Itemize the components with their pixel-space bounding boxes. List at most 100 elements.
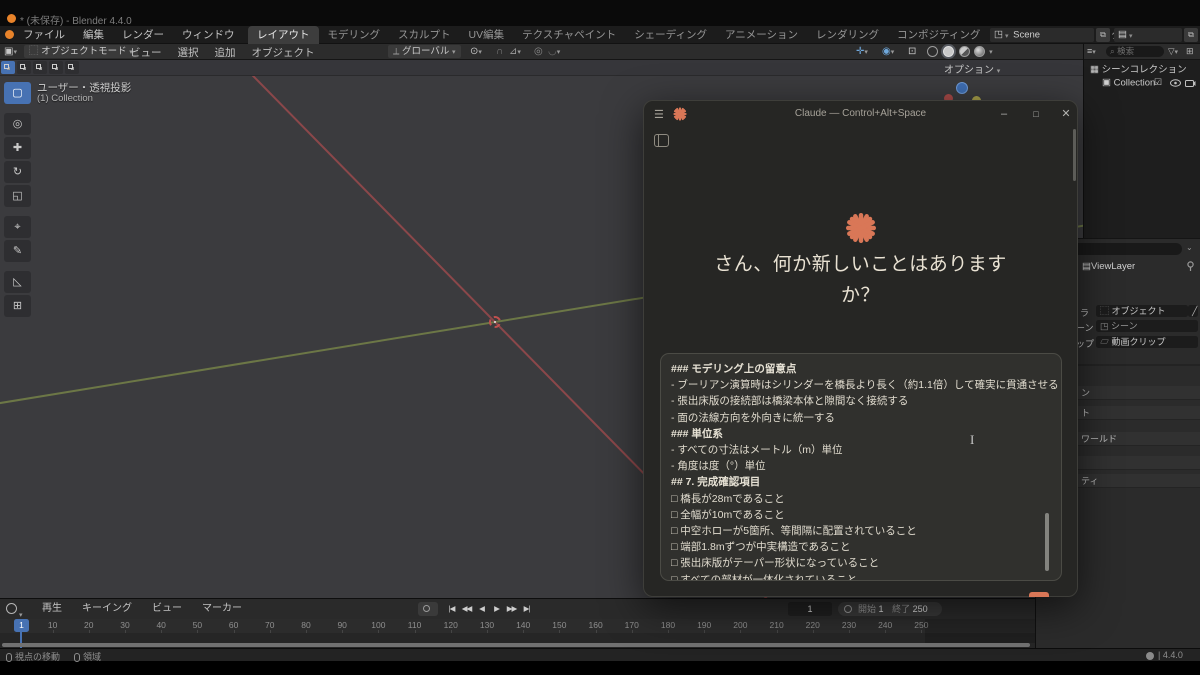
viewlayer-selector[interactable]: ▤▾ ViewLayer (1114, 28, 1182, 42)
proportional-falloff-dropdown[interactable]: ◡▾ (548, 44, 560, 61)
workspace-tab[interactable]: レンダリング (807, 26, 888, 44)
select-mode-intersect-button[interactable]: intersect (65, 61, 79, 74)
properties-filter-dropdown[interactable]: ⌄ (1186, 243, 1193, 252)
playhead[interactable]: 1 (14, 619, 29, 632)
shading-rendered-icon[interactable] (974, 46, 985, 57)
workspace-tab[interactable]: スカルプト (389, 26, 460, 44)
tool-select-box-button[interactable]: ▢ (4, 82, 31, 104)
shading-wireframe-icon[interactable] (927, 46, 938, 57)
gizmo-z-axis[interactable] (956, 82, 968, 94)
timeline-menu-item[interactable]: マーカー (194, 599, 250, 619)
select-mode-extend-button[interactable]: extend (17, 61, 31, 74)
claude-scrollbar[interactable] (1073, 129, 1076, 181)
tool-measure-button[interactable]: ◺ (4, 271, 31, 293)
sidebar-toggle-icon[interactable] (654, 134, 669, 147)
workspace-tab[interactable]: アニメーション (716, 26, 807, 44)
tool-icon: ✎ (13, 245, 22, 257)
ruler-tick-label: 50 (193, 620, 202, 630)
menu-item[interactable]: ファイル (16, 26, 72, 44)
pivot-point-dropdown[interactable]: ⊙▾ (470, 44, 482, 61)
start-frame-value[interactable]: 1 (879, 604, 884, 614)
editor-type-viewport-icon[interactable]: ▣▾ (4, 44, 17, 61)
play-reverse-button[interactable]: ◀ (475, 602, 488, 615)
timeline-menu-item[interactable]: キーイング (74, 599, 140, 619)
start-label: 開始 (858, 604, 876, 614)
camera-field[interactable]: ⬚ オブジェクト (1096, 305, 1188, 317)
timeline-menu-item[interactable]: 再生 (34, 599, 70, 619)
collection-checkbox-icon[interactable]: ☑ (1154, 77, 1162, 88)
end-frame-value[interactable]: 250 (913, 604, 928, 614)
scene-selector[interactable]: ◳▾ Scene (990, 28, 1094, 42)
snap-with-dropdown[interactable]: ⊿▾ (509, 44, 521, 61)
close-button[interactable]: ✕ (1058, 106, 1074, 122)
prev-keyframe-button[interactable]: ◀◀ (460, 602, 473, 615)
mode-dropdown[interactable]: ⬚ オブジェクトモード ▾ (24, 45, 138, 58)
outliner-header: ≡▾ ⌕ 検索 ▽▾ ⊞ (1084, 44, 1200, 60)
xray-toggle-icon[interactable]: ⊡ (908, 44, 916, 60)
outliner-filter-icon[interactable]: ▽▾ (1168, 46, 1178, 57)
new-scene-button[interactable]: ⧉ (1096, 28, 1110, 42)
workspace-tab[interactable]: コンポジティング (888, 26, 989, 44)
tool-move-button[interactable]: ✚ (4, 137, 31, 159)
outliner-search-input[interactable]: ⌕ 検索 (1106, 46, 1164, 57)
outliner-display-mode-dropdown[interactable]: ≡▾ (1087, 46, 1096, 56)
workspace-tab[interactable]: レイアウト (248, 26, 319, 44)
ruler-tick-mark (342, 630, 343, 633)
timeline-scrollbar[interactable] (2, 643, 1030, 647)
menu-item[interactable]: ウィンドウ (175, 26, 242, 44)
timeline-menu-item[interactable]: ビュー (144, 599, 190, 619)
collection-visibility-eye-icon[interactable] (1170, 79, 1181, 87)
select-mode-invert-button[interactable]: invert (49, 61, 63, 74)
scene-collection-row[interactable]: ▦ シーンコレクション (1090, 64, 1187, 77)
editor-type-timeline-icon[interactable] (6, 603, 17, 614)
workspace-tab[interactable]: モデリング (319, 26, 390, 44)
menu-item[interactable]: レンダー (115, 26, 171, 44)
overlays-toggle-icon[interactable]: ◉▾ (882, 44, 894, 61)
tool-transform-button[interactable]: ⌖ (4, 216, 31, 238)
tool-rotate-button[interactable]: ↻ (4, 161, 31, 183)
current-frame-field[interactable]: 1 (788, 602, 832, 616)
minimize-button[interactable]: – (996, 106, 1012, 122)
proportional-editing-icon[interactable]: ◎ (534, 44, 543, 60)
tool-options-dropdown[interactable]: オプション ▾ (944, 61, 1000, 76)
jump-to-end-button[interactable]: ▶| (520, 602, 533, 615)
new-viewlayer-button[interactable]: ⧉ (1184, 28, 1198, 42)
jump-to-start-button[interactable]: |◀ (445, 602, 458, 615)
snap-magnet-icon[interactable]: ∩ (496, 44, 503, 60)
workspace-tab[interactable]: テクスチャペイント (513, 26, 625, 44)
select-mode-subtract-button[interactable]: subtract (33, 61, 47, 74)
new-collection-button[interactable]: ⊞ (1186, 46, 1194, 57)
claude-titlebar[interactable]: ☰ Claude — Control+Alt+Space – □ ✕ (644, 101, 1077, 127)
maximize-button[interactable]: □ (1028, 106, 1044, 122)
input-text-line: □ 張出床版がテーパー形状になっていること (671, 555, 1051, 571)
eyedropper-icon[interactable]: ╱ (1188, 305, 1198, 317)
menu-item[interactable]: 編集 (76, 26, 111, 44)
play-button[interactable]: ▶ (490, 602, 503, 615)
tool-scale-button[interactable]: ◱ (4, 185, 31, 207)
claude-input-box[interactable]: ### モデリング上の留意点- ブーリアン演算時はシリンダーを橋長より長く（約1… (660, 353, 1062, 581)
ruler-tick-mark (632, 630, 633, 633)
shading-solid-icon[interactable] (943, 46, 954, 57)
shading-material-icon[interactable] (959, 46, 970, 57)
ruler-tick-label: 180 (661, 620, 675, 630)
auto-keying-button[interactable] (418, 602, 438, 616)
background-scene-field[interactable]: ◳ シーン (1096, 320, 1198, 332)
tool-annotate-button[interactable]: ✎ (4, 240, 31, 262)
workspace-tab[interactable]: UV編集 (460, 26, 514, 44)
next-keyframe-button[interactable]: ▶▶ (505, 602, 518, 615)
collection-render-camera-icon[interactable] (1185, 79, 1196, 87)
collection-row[interactable]: ▣ Collection (1102, 77, 1155, 90)
scene-icon: ◳ (994, 28, 1003, 42)
pin-icon[interactable] (1186, 261, 1195, 272)
select-mode-set-button[interactable]: set (1, 61, 15, 74)
gizmo-toggle-icon[interactable]: ✛▾ (856, 44, 868, 61)
tool-cursor-button[interactable]: ◎ (4, 113, 31, 135)
workspace-tab[interactable]: シェーディング (625, 26, 716, 44)
orientation-dropdown[interactable]: ⟂ グローバル ▾ (388, 45, 461, 58)
input-scrollbar[interactable] (1045, 513, 1049, 571)
blender-menu-icon[interactable] (5, 30, 14, 39)
active-clip-field[interactable]: ▱ 動画クリップ (1096, 336, 1198, 348)
tool-add-cube-button[interactable]: ⊞ (4, 295, 31, 317)
send-button-partial[interactable] (1029, 592, 1049, 597)
timeline-ruler[interactable]: 1020304050607080901001101201301401501601… (0, 619, 1035, 633)
